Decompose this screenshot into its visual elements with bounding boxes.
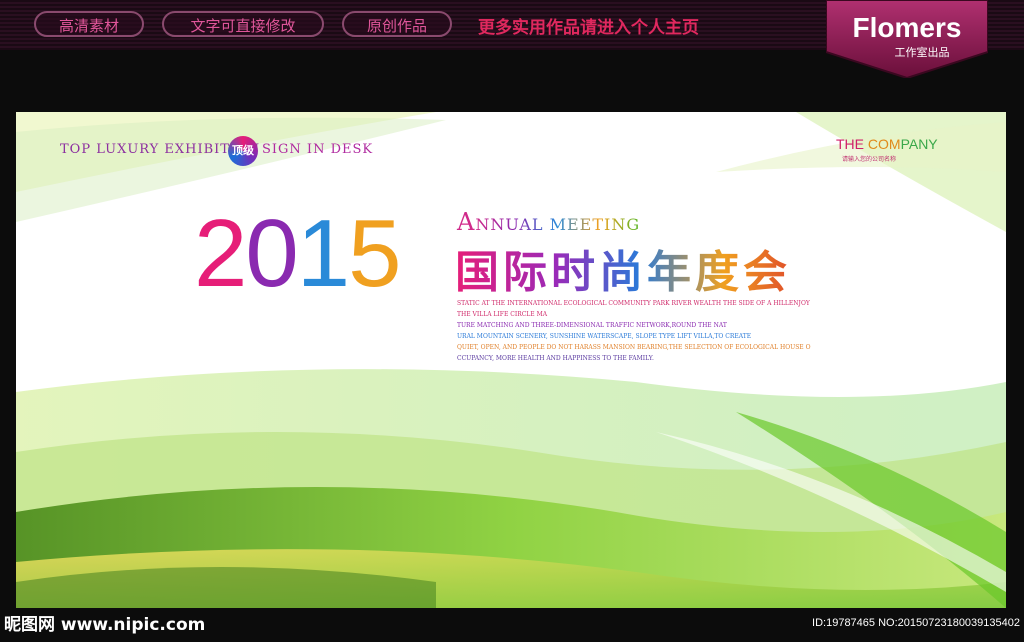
- brand-subtitle: 工作室出品: [894, 46, 950, 59]
- description-text: STATIC AT THE INTERNATIONAL ECOLOGICAL C…: [457, 298, 857, 364]
- promo-link[interactable]: 更多实用作品请进入个人主页: [478, 13, 699, 38]
- description-line-4: URAL MOUNTAIN SCENERY, SUNSHINE WATERSCA…: [457, 333, 752, 340]
- description-line-2: THE VILLA LIFE CIRCLE MA: [457, 311, 548, 318]
- brand-badge[interactable]: Flomers 工作室出品: [826, 0, 988, 78]
- watermark-logo[interactable]: 昵图网 www.nipic.com: [4, 610, 205, 635]
- company-subtitle: 请输入您的公司名称: [842, 156, 897, 163]
- year-digit-4: 5: [348, 200, 401, 307]
- annual-meeting: ANNUAL MEETING: [457, 208, 641, 236]
- pill-original-work[interactable]: 原创作品: [342, 11, 452, 37]
- top-line-right: SIGN IN DESK: [262, 142, 374, 157]
- image-id: ID:19787465 NO:20150723180039135402: [812, 617, 1020, 629]
- year-digit-1: 2: [194, 200, 247, 307]
- brand-name: Flomers: [852, 12, 962, 43]
- pill-hd-material[interactable]: 高清素材: [34, 11, 144, 37]
- level-badge: 顶级: [228, 136, 258, 166]
- description-line-3: TURE MATCHING AND THREE-DIMENSIONAL TRAF…: [457, 322, 727, 329]
- year-digit-3: 1: [296, 200, 350, 307]
- description-line-1: STATIC AT THE INTERNATIONAL ECOLOGICAL C…: [457, 300, 810, 307]
- year-2015: 2015: [194, 200, 402, 307]
- description-line-6: CCUPANCY, MORE HEALTH AND HAPPINESS TO T…: [457, 355, 654, 362]
- event-title: 国际时尚年度会: [455, 247, 791, 298]
- company-name: THE COMPANY: [836, 136, 938, 152]
- poster: TOP LUXURY EXHIBITION 顶级 SIGN IN DESK TH…: [16, 112, 1006, 608]
- year-digit-2: 0: [245, 200, 298, 307]
- pill-editable-text[interactable]: 文字可直接修改: [162, 11, 324, 37]
- description-line-5: QUIET, OPEN, AND PEOPLE DO NOT HARASS MA…: [457, 344, 811, 351]
